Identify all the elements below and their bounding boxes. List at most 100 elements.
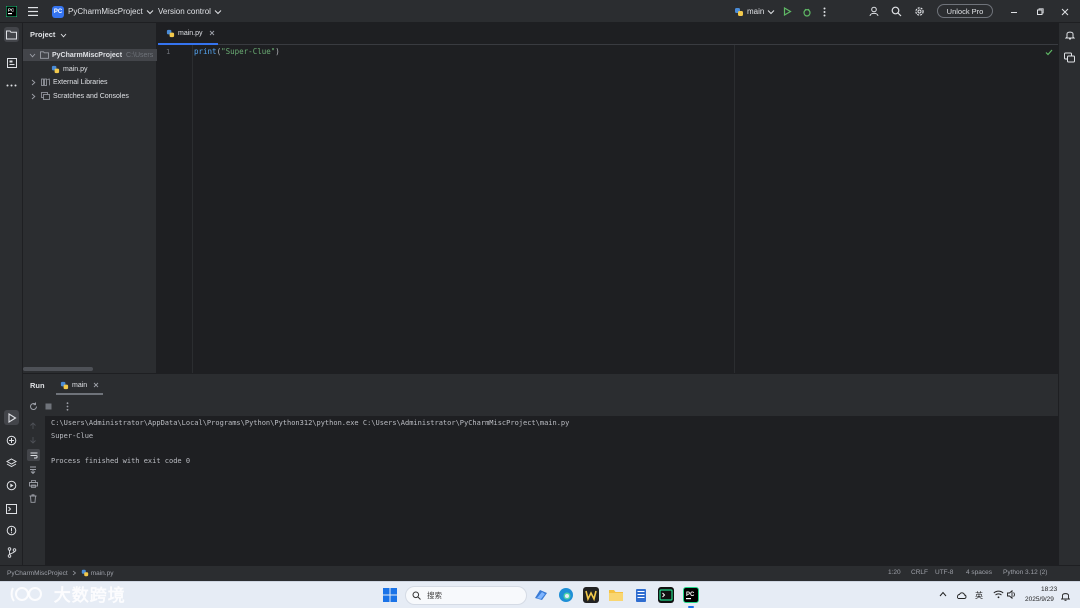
- minimize-button[interactable]: [1010, 0, 1018, 23]
- taskbar-app-wps[interactable]: [583, 587, 599, 603]
- scroll-to-end-button[interactable]: [29, 466, 37, 474]
- taskbar-app-edge[interactable]: [558, 587, 574, 603]
- settings-button[interactable]: [914, 0, 925, 23]
- more-actions-button[interactable]: [823, 0, 826, 23]
- scroll-up-button[interactable]: [29, 422, 37, 430]
- close-tab-icon[interactable]: [209, 30, 215, 36]
- restore-icon: [1037, 7, 1044, 15]
- code-with-me-button[interactable]: [869, 0, 880, 23]
- indent-setting[interactable]: 4 spaces: [966, 569, 992, 576]
- project-badge: PC: [52, 5, 64, 18]
- close-button[interactable]: [1061, 0, 1069, 23]
- services-tool-button[interactable]: [4, 456, 19, 471]
- caret-position[interactable]: 1:20: [888, 569, 901, 576]
- run-tool-button[interactable]: [4, 410, 19, 425]
- tab-label: main.py: [178, 29, 203, 37]
- start-button[interactable]: [383, 588, 397, 602]
- python-interpreter[interactable]: Python 3.12 (2): [1003, 569, 1047, 576]
- code-string: "Super-Clue": [221, 47, 276, 56]
- breadcrumb-file[interactable]: main.py: [91, 570, 114, 577]
- code-line-1[interactable]: print("Super-Clue"): [194, 47, 280, 56]
- terminal-tool-button[interactable]: [4, 501, 19, 516]
- chevron-right-icon: [31, 79, 36, 85]
- wps-icon: [585, 590, 597, 602]
- debug-button[interactable]: [802, 0, 812, 23]
- main-menu-icon[interactable]: [28, 0, 38, 23]
- project-name: PyCharmMiscProject: [68, 7, 143, 16]
- tray-app-icon[interactable]: [956, 590, 967, 600]
- editor-tab-bar: main.py: [158, 23, 1058, 45]
- console-play-icon: [6, 480, 17, 491]
- terminal-icon: [659, 589, 673, 601]
- run-panel-title: Run: [30, 381, 45, 390]
- right-tool-strip: [1058, 23, 1080, 581]
- scroll-down-button[interactable]: [29, 436, 37, 444]
- clock-date[interactable]: 2025/9/29: [1025, 596, 1054, 603]
- notifications-button[interactable]: [1062, 27, 1077, 42]
- volume-icon[interactable]: [1007, 590, 1017, 599]
- unlock-pro-button[interactable]: Unlock Pro: [937, 4, 993, 18]
- taskbar-app-file-explorer[interactable]: [608, 587, 624, 603]
- structure-tool-button[interactable]: [4, 55, 19, 70]
- run-console-output[interactable]: C:\Users\Administrator\AppData\Local\Pro…: [45, 416, 1058, 566]
- pycharm-logo-icon[interactable]: PC: [6, 0, 17, 23]
- tree-item-scratches[interactable]: Scratches and Consoles: [31, 90, 129, 102]
- breadcrumb: PyCharmMiscProject main.py: [7, 569, 113, 577]
- taskbar-app-pycharm[interactable]: PC: [683, 587, 699, 603]
- project-switcher[interactable]: PC PyCharmMiscProject: [52, 0, 154, 23]
- clear-all-button[interactable]: [29, 494, 37, 503]
- vcs-menu[interactable]: Version control: [158, 0, 222, 23]
- print-button[interactable]: [29, 480, 38, 488]
- more-vertical-icon: [823, 7, 826, 16]
- tab-main-py[interactable]: main.py: [158, 23, 218, 45]
- pycharm-icon: PC: [686, 592, 695, 600]
- taskbar-app-copilot[interactable]: [533, 587, 549, 603]
- console-line: C:\Users\Administrator\AppData\Local\Pro…: [51, 419, 570, 427]
- search-icon: [891, 6, 902, 17]
- stop-button[interactable]: [45, 403, 52, 410]
- taskbar-app-notepad[interactable]: [633, 587, 649, 603]
- rerun-button[interactable]: [29, 402, 38, 411]
- python-packages-button[interactable]: [4, 433, 19, 448]
- taskbar-search[interactable]: 搜索: [405, 586, 527, 605]
- folder-icon: [6, 30, 17, 39]
- taskbar-app-terminal[interactable]: [658, 587, 674, 603]
- stop-icon: [45, 403, 52, 410]
- project-panel-header[interactable]: Project: [30, 30, 67, 39]
- run-side-toolbar: [23, 416, 45, 566]
- terminal-icon: [6, 503, 17, 514]
- search-placeholder: 搜索: [427, 591, 442, 600]
- show-hidden-icons-button[interactable]: [939, 591, 947, 597]
- chevron-up-icon: [939, 591, 947, 597]
- tree-item-main-py[interactable]: main.py: [51, 63, 88, 75]
- git-tool-button[interactable]: [4, 545, 19, 560]
- maximize-button[interactable]: [1036, 0, 1044, 23]
- soft-wrap-button[interactable]: [27, 449, 40, 461]
- search-everywhere-button[interactable]: [891, 0, 902, 23]
- horizontal-scrollbar[interactable]: [23, 367, 93, 371]
- project-tool-button[interactable]: [4, 27, 19, 42]
- notepad-icon: [636, 589, 646, 602]
- no-problems-icon[interactable]: [1045, 49, 1053, 56]
- python-console-button[interactable]: [4, 478, 19, 493]
- clock-time[interactable]: 18:23: [1041, 586, 1057, 593]
- python-packages-icon: [6, 435, 17, 446]
- run-config-selector[interactable]: main: [734, 0, 775, 23]
- close-tab-icon[interactable]: [93, 382, 99, 388]
- wifi-icon[interactable]: [993, 590, 1004, 599]
- file-encoding[interactable]: UTF-8: [935, 569, 953, 576]
- scroll-end-icon: [30, 466, 36, 474]
- run-button[interactable]: [783, 0, 792, 23]
- scratches-icon: [41, 92, 50, 100]
- ime-indicator[interactable]: 英: [975, 590, 983, 601]
- breadcrumb-project[interactable]: PyCharmMiscProject: [7, 570, 68, 577]
- line-separator[interactable]: CRLF: [911, 569, 928, 576]
- run-tab-main[interactable]: main: [56, 377, 104, 395]
- more-tools-button[interactable]: [4, 78, 19, 93]
- tree-item-external-libraries[interactable]: External Libraries: [31, 76, 107, 88]
- tree-item-project-root[interactable]: PyCharmMiscProject C:\Users: [23, 49, 157, 61]
- problems-tool-button[interactable]: [4, 523, 19, 538]
- run-more-button[interactable]: [66, 402, 69, 411]
- notification-center-button[interactable]: [1061, 591, 1070, 601]
- ai-assistant-button[interactable]: [1062, 50, 1077, 65]
